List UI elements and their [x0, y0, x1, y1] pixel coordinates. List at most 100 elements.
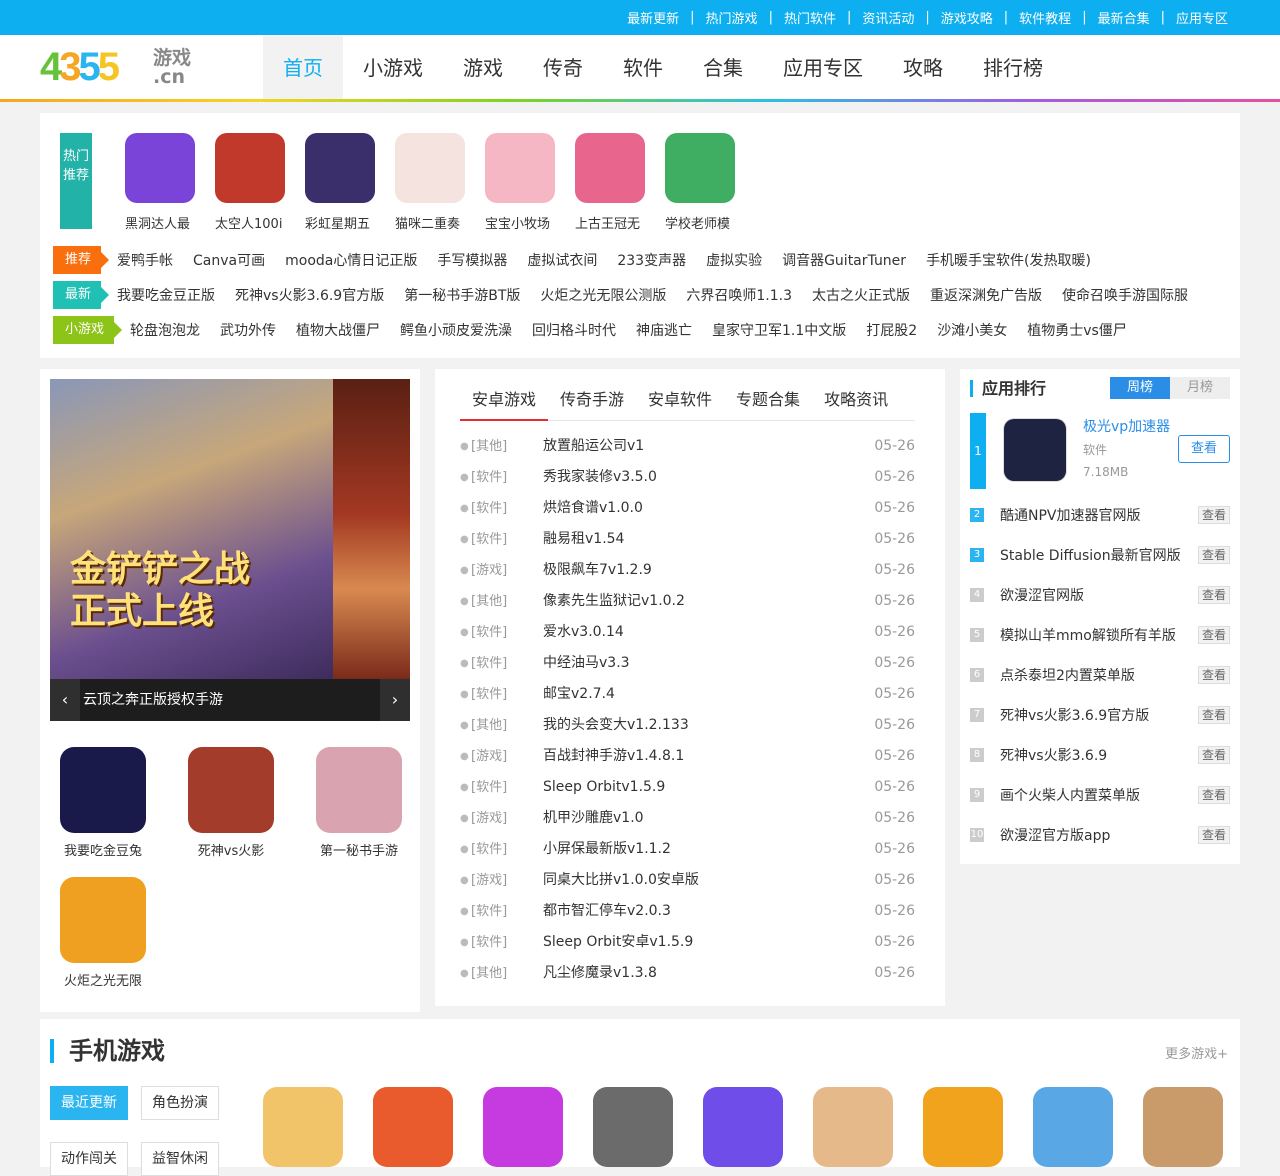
tag-link[interactable]: 手机暖手宝软件(发热取暖) — [926, 250, 1091, 270]
hot-item[interactable]: 彩虹星期五 — [295, 133, 385, 232]
banner-prev-button[interactable]: ‹ — [50, 679, 80, 721]
featured-game[interactable]: 第一秘书手游 — [304, 747, 414, 859]
nav-mini-games[interactable]: 小游戏 — [343, 35, 443, 99]
top-link-app-zone[interactable]: 应用专区 — [1176, 8, 1228, 27]
tag-link[interactable]: 233变声器 — [617, 250, 686, 270]
more-games-link[interactable]: 更多游戏+ — [1165, 1043, 1228, 1062]
list-item[interactable]: ● [软件] 爱水v3.0.14 05-26 — [460, 617, 915, 648]
top-link-hot-software[interactable]: 热门软件 — [784, 8, 836, 27]
view-button[interactable]: 查看 — [1197, 666, 1230, 684]
list-item[interactable]: ● [游戏] 百战封神手游v1.4.8.1 05-26 — [460, 741, 915, 772]
featured-game[interactable]: 火炬之光无限 — [48, 877, 158, 989]
view-button[interactable]: 查看 — [1197, 586, 1230, 604]
nav-guides[interactable]: 攻略 — [883, 35, 963, 99]
nav-legend[interactable]: 传奇 — [523, 35, 603, 99]
game-icon[interactable] — [483, 1087, 563, 1167]
tag-link[interactable]: 死神vs火影3.6.9官方版 — [235, 285, 384, 305]
list-item[interactable]: ● [软件] 中经油马v3.3 05-26 — [460, 648, 915, 679]
tab-android-games[interactable]: 安卓游戏 — [460, 387, 549, 421]
tag-link[interactable]: 调音器GuitarTuner — [782, 250, 906, 270]
list-item[interactable]: ● [软件] Sleep Orbit安卓v1.5.9 05-26 — [460, 927, 915, 958]
list-item[interactable]: ● [其他] 凡尘修魔录v1.3.8 05-26 — [460, 958, 915, 989]
tag-link[interactable]: 植物勇士vs僵尸 — [1027, 320, 1127, 340]
tag-link[interactable]: 火炬之光无限公测版 — [540, 285, 666, 305]
list-item[interactable]: ● [软件] 烘焙食谱v1.0.0 05-26 — [460, 493, 915, 524]
tag-link[interactable]: 沙滩小美女 — [937, 320, 1007, 340]
ranking-row[interactable]: 10 欲漫涩官方版app 查看 — [970, 815, 1230, 855]
tag-link[interactable]: 植物大战僵尸 — [296, 320, 380, 340]
game-icon[interactable] — [373, 1087, 453, 1167]
tag-link[interactable]: 虚拟试衣间 — [527, 250, 597, 270]
ranking-first-item[interactable]: 1 极光vp加速器 软件 7.18MB 查看 — [970, 413, 1230, 491]
list-item[interactable]: ● [游戏] 同桌大比拼v1.0.0安卓版 05-26 — [460, 865, 915, 896]
featured-game[interactable]: 死神vs火影 — [176, 747, 286, 859]
nav-ranking[interactable]: 排行榜 — [963, 35, 1063, 99]
hot-item[interactable]: 黑洞达人最 — [115, 133, 205, 232]
banner-next-button[interactable]: › — [380, 679, 410, 721]
tag-link[interactable]: 虚拟实验 — [706, 250, 762, 270]
top-link-guides[interactable]: 游戏攻略 — [941, 8, 993, 27]
tab-guides[interactable]: 攻略资讯 — [812, 387, 900, 421]
tag-link[interactable]: 六界召唤师1.1.3 — [686, 285, 792, 305]
game-icon[interactable] — [703, 1087, 783, 1167]
tag-link[interactable]: Canva可画 — [193, 250, 265, 270]
top-link-news[interactable]: 资讯活动 — [862, 8, 914, 27]
top-link-hot-games[interactable]: 热门游戏 — [706, 8, 758, 27]
ranking-row[interactable]: 4 欲漫涩官网版 查看 — [970, 575, 1230, 615]
nav-home[interactable]: 首页 — [263, 35, 343, 99]
view-button[interactable]: 查看 — [1178, 435, 1230, 463]
hot-item[interactable]: 上古王冠无 — [565, 133, 655, 232]
ranking-row[interactable]: 6 点杀泰坦2内置菜单版 查看 — [970, 655, 1230, 695]
view-button[interactable]: 查看 — [1197, 706, 1230, 724]
view-button[interactable]: 查看 — [1197, 746, 1230, 764]
tab-android-software[interactable]: 安卓软件 — [636, 387, 724, 421]
tag-link[interactable]: 打屁股2 — [866, 320, 917, 340]
top-link-collections[interactable]: 最新合集 — [1098, 8, 1150, 27]
list-item[interactable]: ● [游戏] 机甲沙雕鹿v1.0 05-26 — [460, 803, 915, 834]
ranking-row[interactable]: 9 画个火柴人内置菜单版 查看 — [970, 775, 1230, 815]
tag-link[interactable]: 第一秘书手游BT版 — [404, 285, 520, 305]
view-button[interactable]: 查看 — [1197, 546, 1230, 564]
tag-link[interactable]: 皇家守卫军1.1中文版 — [712, 320, 846, 340]
tag-link[interactable]: 轮盘泡泡龙 — [130, 320, 200, 340]
top-link-latest[interactable]: 最新更新 — [627, 8, 679, 27]
list-item[interactable]: ● [软件] 秀我家装修v3.5.0 05-26 — [460, 462, 915, 493]
game-icon[interactable] — [1143, 1087, 1223, 1167]
tab-weekly[interactable]: 周榜 — [1110, 377, 1170, 399]
tag-link[interactable]: mooda心情日记正版 — [285, 250, 417, 270]
view-button[interactable]: 查看 — [1197, 786, 1230, 804]
ranking-row[interactable]: 2 酷通NPV加速器官网版 查看 — [970, 495, 1230, 535]
ranking-row[interactable]: 5 模拟山羊mmo解锁所有羊版 查看 — [970, 615, 1230, 655]
tag-link[interactable]: 太古之火正式版 — [812, 285, 910, 305]
list-item[interactable]: ● [其他] 我的头会变大v1.2.133 05-26 — [460, 710, 915, 741]
featured-game[interactable]: 我要吃金豆兔 — [48, 747, 158, 859]
list-item[interactable]: ● [软件] 融易租v1.54 05-26 — [460, 524, 915, 555]
hot-item[interactable]: 宝宝小牧场 — [475, 133, 565, 232]
nav-collections[interactable]: 合集 — [683, 35, 763, 99]
site-logo[interactable]: 4355 游戏 .cn — [40, 43, 200, 93]
game-icon[interactable] — [263, 1087, 343, 1167]
nav-app-zone[interactable]: 应用专区 — [763, 35, 883, 99]
game-icon[interactable] — [923, 1087, 1003, 1167]
tag-link[interactable]: 回归格斗时代 — [532, 320, 616, 340]
category-puzzle[interactable]: 益智休闲 — [141, 1142, 219, 1176]
ranking-row[interactable]: 3 Stable Diffusion最新官网版 查看 — [970, 535, 1230, 575]
list-item[interactable]: ● [其他] 放置船运公司v1 05-26 — [460, 431, 915, 462]
view-button[interactable]: 查看 — [1197, 626, 1230, 644]
view-button[interactable]: 查看 — [1197, 506, 1230, 524]
list-item[interactable]: ● [软件] Sleep Orbitv1.5.9 05-26 — [460, 772, 915, 803]
banner-carousel[interactable]: 金铲铲之战 正式上线 云顶之奔正版授权手游 ‹ › — [50, 379, 410, 721]
category-recent[interactable]: 最近更新 — [50, 1086, 128, 1120]
game-icon[interactable] — [593, 1087, 673, 1167]
game-icon[interactable] — [813, 1087, 893, 1167]
tab-monthly[interactable]: 月榜 — [1170, 377, 1230, 399]
list-item[interactable]: ● [其他] 像素先生监狱记v1.0.2 05-26 — [460, 586, 915, 617]
category-rpg[interactable]: 角色扮演 — [141, 1086, 219, 1120]
ranking-row[interactable]: 8 死神vs火影3.6.9 查看 — [970, 735, 1230, 775]
list-item[interactable]: ● [软件] 小屏保最新版v1.1.2 05-26 — [460, 834, 915, 865]
tab-legend-mobile[interactable]: 传奇手游 — [548, 387, 636, 421]
tag-link[interactable]: 我要吃金豆正版 — [117, 285, 215, 305]
tag-link[interactable]: 手写模拟器 — [437, 250, 507, 270]
category-action[interactable]: 动作闯关 — [50, 1142, 128, 1176]
list-item[interactable]: ● [软件] 都市智汇停车v2.0.3 05-26 — [460, 896, 915, 927]
